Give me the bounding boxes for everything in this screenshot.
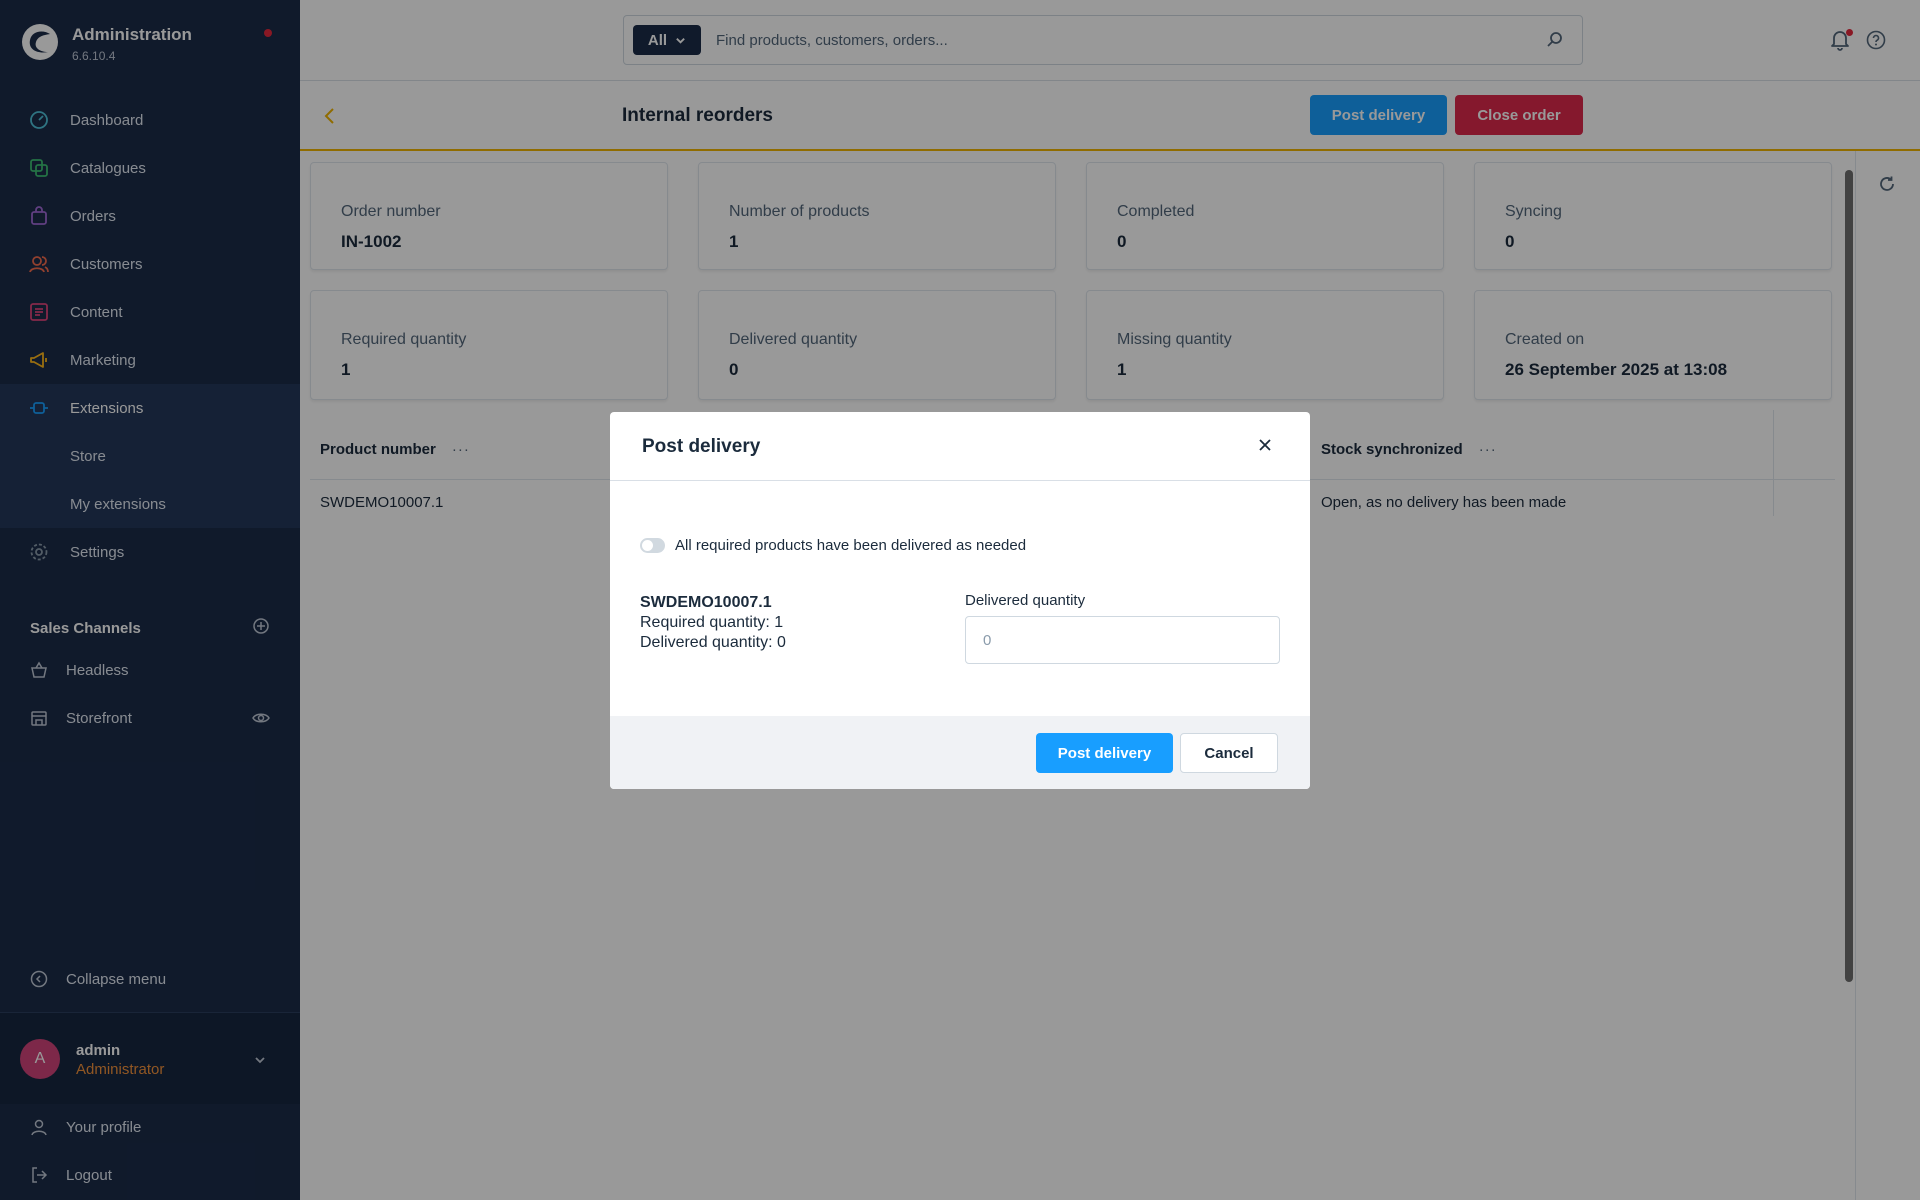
modal-post-delivery-button[interactable]: Post delivery [1036, 733, 1173, 773]
modal-cancel-button[interactable]: Cancel [1180, 733, 1278, 773]
modal-footer: Post delivery Cancel [610, 716, 1310, 789]
all-delivered-toggle[interactable] [640, 538, 665, 553]
modal-delivered-quantity: Delivered quantity: 0 [640, 634, 786, 651]
all-delivered-toggle-row: All required products have been delivere… [640, 537, 1026, 554]
toggle-label: All required products have been delivere… [675, 537, 1027, 554]
modal-required-quantity: Required quantity: 1 [640, 614, 784, 631]
delivered-quantity-field[interactable] [965, 616, 1280, 664]
close-icon[interactable] [1258, 438, 1272, 457]
post-delivery-modal: Post delivery All required products have… [610, 412, 1310, 789]
modal-product-number: SWDEMO10007.1 [640, 594, 772, 611]
toggle-knob [642, 540, 653, 551]
modal-title: Post delivery [642, 436, 761, 457]
modal-header: Post delivery [610, 412, 1310, 481]
delivered-quantity-label: Delivered quantity [965, 592, 1086, 609]
